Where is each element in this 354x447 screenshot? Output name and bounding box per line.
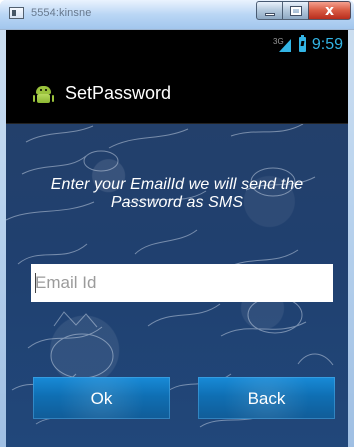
set-password-content: Enter your EmailId we will send the Pass… xyxy=(6,124,348,447)
back-button[interactable]: Back xyxy=(198,377,335,419)
android-screen: 3G 9:59 SetPassword Enter your EmailId w… xyxy=(6,30,348,447)
window-icon xyxy=(9,7,24,19)
instruction-text: Enter your EmailId we will send the Pass… xyxy=(50,176,304,211)
close-icon: x xyxy=(324,2,335,19)
android-head-icon xyxy=(36,86,51,94)
emulator-window: 5554:kinsne x 3G 9:59 SetPassword Enter … xyxy=(0,0,354,447)
minimize-icon xyxy=(264,13,275,16)
status-time: 9:59 xyxy=(311,36,343,53)
android-icon xyxy=(33,84,54,104)
email-field[interactable] xyxy=(31,264,333,302)
status-bar: 3G 9:59 xyxy=(6,30,348,60)
close-button[interactable]: x xyxy=(308,1,351,20)
text-cursor xyxy=(35,273,36,293)
maximize-button[interactable] xyxy=(282,1,308,20)
window-controls: x xyxy=(256,1,351,22)
action-bar: SetPassword xyxy=(6,60,348,124)
window-titlebar[interactable]: 5554:kinsne x xyxy=(0,0,354,30)
signal-icon xyxy=(279,39,291,52)
ok-button[interactable]: Ok xyxy=(33,377,170,419)
maximize-icon xyxy=(289,5,302,16)
app-title: SetPassword xyxy=(65,83,172,103)
network-signal-group: 3G xyxy=(273,38,293,55)
android-body-icon xyxy=(33,94,54,103)
window-title: 5554:kinsne xyxy=(31,7,92,19)
battery-icon xyxy=(299,35,306,52)
minimize-button[interactable] xyxy=(256,1,282,20)
